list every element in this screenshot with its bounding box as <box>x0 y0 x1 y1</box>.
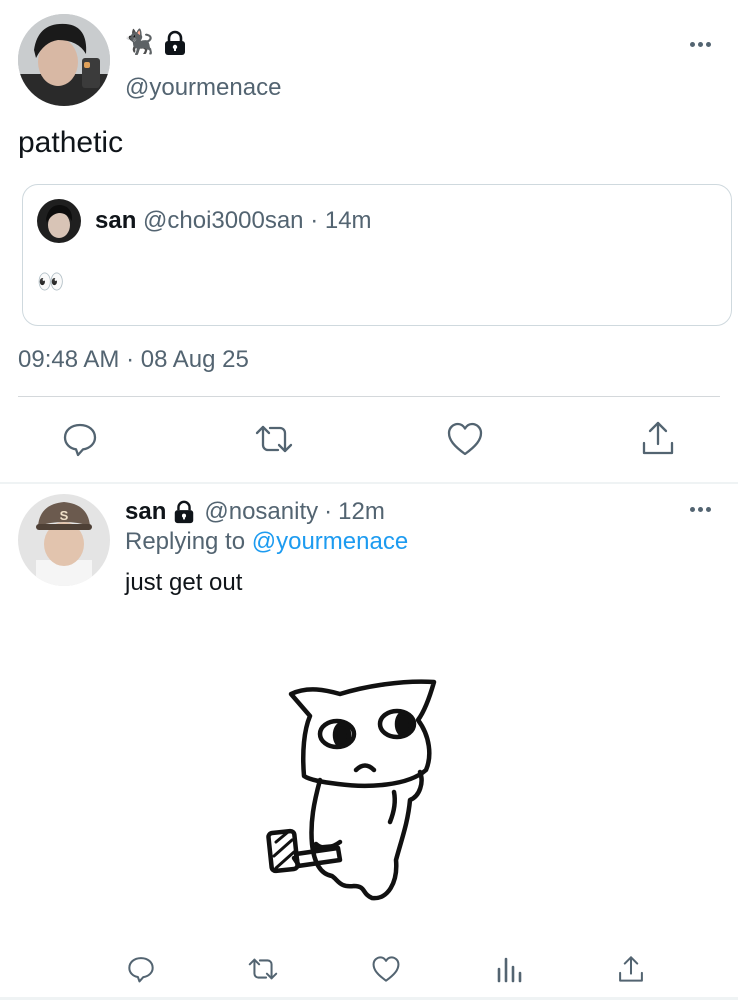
reply-author-name[interactable]: san <box>125 498 166 526</box>
reply-icon[interactable] <box>62 421 98 457</box>
reply-share-icon[interactable] <box>617 954 645 984</box>
reply-retweet-icon[interactable] <box>247 955 279 983</box>
reply-lock-icon <box>172 500 196 524</box>
reply-author-handle[interactable]: @nosanity <box>204 498 318 526</box>
section-divider <box>0 482 738 484</box>
author-handle[interactable]: @yourmenace <box>125 74 281 102</box>
more-options-icon[interactable] <box>690 42 711 47</box>
quoted-time: 14m <box>324 207 372 234</box>
reply-author-avatar[interactable]: S <box>18 494 110 586</box>
quoted-author-name: san <box>95 207 137 234</box>
tweet-timestamp[interactable]: 09:48 AM · 08 Aug 25 <box>18 346 249 374</box>
tweet-text: pathetic <box>18 126 124 159</box>
reply-reply-icon[interactable] <box>127 955 155 983</box>
author-avatar[interactable] <box>18 14 110 106</box>
divider <box>18 396 720 397</box>
reply-like-icon[interactable] <box>371 955 401 983</box>
like-icon[interactable] <box>446 421 484 457</box>
reply-text: just get out <box>125 569 243 596</box>
replying-to-handle[interactable]: @yourmenace <box>252 528 408 555</box>
cat-emoji: 🐈‍⬛ <box>124 29 154 56</box>
svg-text:S: S <box>60 508 69 523</box>
quoted-text: 👀 <box>37 269 65 294</box>
quoted-author-handle: @choi3000san <box>143 207 304 234</box>
reply-time: 12m <box>338 498 385 525</box>
retweet-icon[interactable] <box>254 421 294 457</box>
quoted-tweet-card[interactable]: san @choi3000san · 14m 👀 <box>22 184 732 326</box>
replying-to-label: Replying to <box>125 528 246 555</box>
separator-dot: · <box>310 207 319 234</box>
analytics-icon[interactable] <box>496 955 522 983</box>
quoted-avatar <box>37 199 81 243</box>
share-icon[interactable] <box>640 419 676 457</box>
separator-dot: · <box>324 498 333 525</box>
cat-drawing-image[interactable] <box>258 672 448 912</box>
lock-icon <box>162 30 188 56</box>
reply-more-options-icon[interactable] <box>690 507 711 512</box>
